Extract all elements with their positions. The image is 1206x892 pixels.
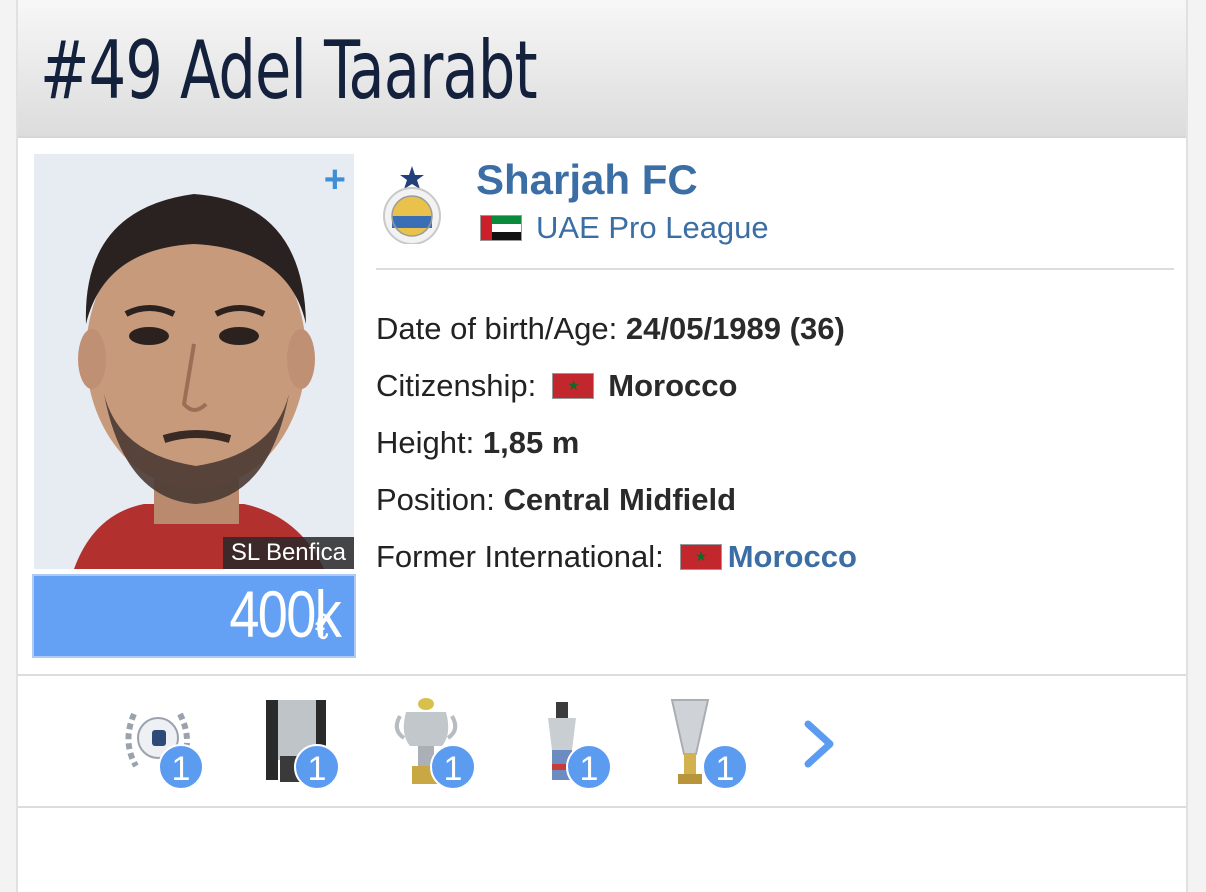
international-label: Former International:: [376, 538, 664, 574]
page-header: #49 Adel Taarabt: [18, 0, 1186, 138]
photo-caption: SL Benfica: [222, 537, 354, 569]
citizenship-value: Morocco: [608, 367, 738, 403]
national-team-link[interactable]: Morocco: [728, 539, 857, 575]
club-crest-icon[interactable]: [380, 164, 444, 244]
player-title: #49 Adel Taarabt: [40, 24, 538, 117]
trophy-count-badge: 1: [702, 744, 748, 790]
fact-international: Former International: Morocco: [376, 528, 857, 585]
position-value: Central Midfield: [503, 481, 737, 517]
divider: [18, 806, 1186, 808]
morocco-flag-icon: [679, 543, 722, 570]
league-name: UAE Pro League: [536, 210, 769, 245]
trophy-item[interactable]: 1: [250, 694, 340, 792]
fact-position: Position: Central Midfield: [376, 471, 857, 528]
trophy-item[interactable]: 1: [658, 694, 748, 792]
chevron-right-icon[interactable]: [800, 716, 840, 772]
position-label: Position:: [376, 481, 495, 517]
fact-height: Height: 1,85 m: [376, 414, 857, 471]
trophy-count-badge: 1: [294, 744, 340, 790]
player-portrait-image: [34, 154, 354, 569]
trophy-item[interactable]: 1: [114, 694, 204, 792]
player-photo[interactable]: + SL Benfica: [34, 154, 354, 569]
trophy-item[interactable]: 1: [522, 694, 612, 792]
club-name-link[interactable]: Sharjah FC: [476, 156, 698, 204]
height-value: 1,85 m: [482, 424, 580, 460]
trophy-item[interactable]: 1: [386, 694, 476, 792]
morocco-flag-icon: [552, 372, 595, 399]
fact-citizenship: Citizenship: Morocco: [376, 357, 857, 414]
currency-symbol: €: [315, 606, 329, 647]
trophy-count-badge: 1: [566, 744, 612, 790]
uae-flag-icon: [480, 215, 522, 241]
divider: [18, 674, 1186, 676]
market-value-box[interactable]: €400k: [32, 574, 356, 658]
dob-value: 24/05/1989 (36): [625, 310, 845, 346]
trophy-count-badge: 1: [430, 744, 476, 790]
add-photo-icon[interactable]: +: [324, 158, 346, 202]
divider: [376, 268, 1174, 270]
dob-label: Date of birth/Age:: [376, 310, 618, 346]
league-link[interactable]: UAE Pro League: [480, 210, 769, 246]
trophy-count-badge: 1: [158, 744, 204, 790]
player-facts: Date of birth/Age: 24/05/1989 (36) Citiz…: [376, 300, 857, 585]
fact-dob: Date of birth/Age: 24/05/1989 (36): [376, 300, 857, 357]
citizenship-label: Citizenship:: [376, 367, 537, 403]
height-label: Height:: [376, 424, 475, 460]
player-card: #49 Adel Taarabt + SL Benfica €400k Shar…: [16, 0, 1188, 892]
market-value: €400k: [229, 576, 341, 652]
